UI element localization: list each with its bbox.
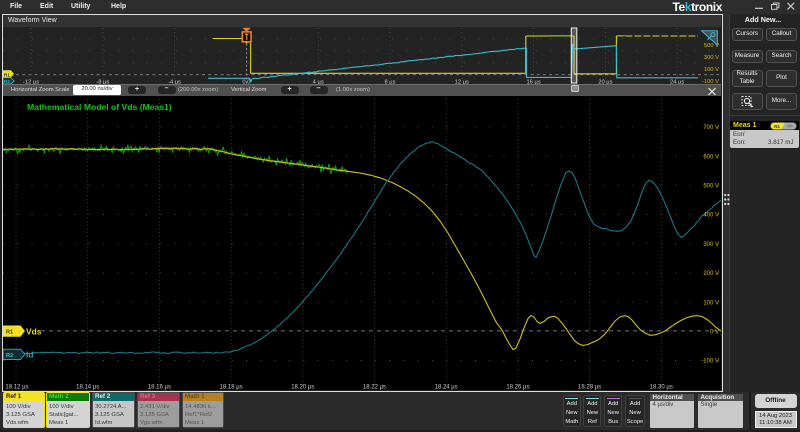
svg-text:18.20 µs: 18.20 µs (291, 385, 314, 391)
svg-text:500 V: 500 V (703, 184, 719, 190)
svg-text:200 V: 200 V (703, 271, 719, 277)
svg-text:18.16 µs: 18.16 µs (148, 385, 171, 391)
svg-text:18.18 µs: 18.18 µs (220, 385, 243, 391)
svg-text:18.12 µs: 18.12 µs (5, 385, 28, 391)
svg-text:18.26 µs: 18.26 µs (506, 385, 529, 391)
svg-text:18.14 µs: 18.14 µs (76, 385, 99, 391)
svg-text:18.22 µs: 18.22 µs (363, 385, 386, 391)
svg-text:R1: R1 (4, 72, 10, 77)
svg-text:0 V: 0 V (710, 330, 719, 336)
svg-text:18.30 µs: 18.30 µs (650, 385, 673, 391)
svg-text:Mathematical Model of Vds (Mea: Mathematical Model of Vds (Meas1) (27, 102, 172, 112)
svg-text:400 V: 400 V (703, 213, 719, 219)
svg-text:100 V: 100 V (704, 66, 719, 72)
svg-text:100 V: 100 V (703, 300, 719, 306)
svg-text:R1: R1 (6, 330, 13, 336)
svg-text:Vds: Vds (26, 327, 42, 337)
svg-text:18.28 µs: 18.28 µs (578, 385, 601, 391)
svg-text:Id: Id (26, 350, 33, 360)
svg-text:18.24 µs: 18.24 µs (435, 385, 458, 391)
svg-text:600 V: 600 V (703, 154, 719, 160)
svg-text:300 V: 300 V (703, 242, 719, 248)
svg-text:R1: R1 (774, 123, 780, 128)
svg-text:300 V: 300 V (704, 54, 719, 60)
svg-text:R2: R2 (6, 353, 13, 359)
svg-text:-100 V: -100 V (701, 359, 719, 365)
svg-text:700 V: 700 V (703, 125, 719, 131)
